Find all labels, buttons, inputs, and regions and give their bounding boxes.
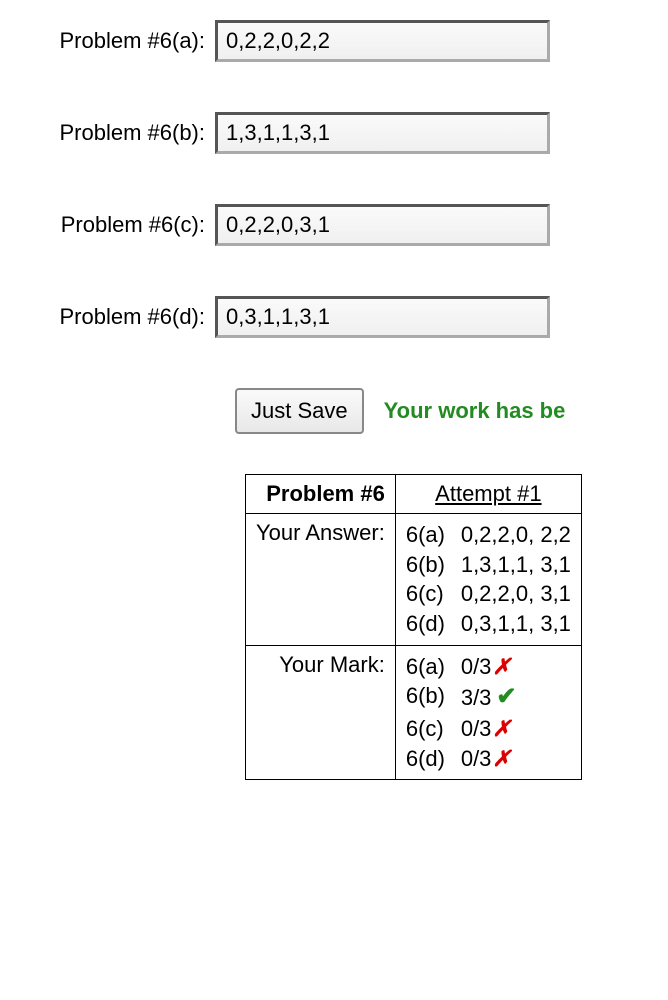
mark-row-6a: 6(a) 0/3 ✗ [406, 652, 571, 682]
mark-row-6d: 6(d) 0/3 ✗ [406, 744, 571, 774]
results-table: Problem #6 Attempt #1 Your Answer: 6(a) … [245, 474, 582, 780]
answer-part-6a: 6(a) [406, 520, 461, 550]
your-mark-label: Your Mark: [246, 645, 396, 779]
problem-label-6c: Problem #6(c): [20, 212, 215, 238]
mark-cell: 6(a) 0/3 ✗ 6(b) 3/3 ✔ 6(c) 0/3 ✗ [395, 645, 581, 779]
answer-row-6c: 6(c) 0,2,2,0, 3,1 [406, 579, 571, 609]
answer-cell: 6(a) 0,2,2,0, 2,2 6(b) 1,3,1,1, 3,1 6(c)… [395, 514, 581, 646]
mark-score-6a: 0/3 [461, 652, 492, 682]
mark-score-6c: 0/3 [461, 714, 492, 744]
answer-part-6d: 6(d) [406, 609, 461, 639]
results-header-right[interactable]: Attempt #1 [395, 475, 581, 514]
mark-score-6b: 3/3 [461, 683, 492, 713]
results-header-left: Problem #6 [246, 475, 396, 514]
mark-score-6d: 0/3 [461, 744, 492, 774]
problem-label-6b: Problem #6(b): [20, 120, 215, 146]
problem-input-6a[interactable] [215, 20, 550, 62]
answer-row-6b: 6(b) 1,3,1,1, 3,1 [406, 550, 571, 580]
your-answer-label: Your Answer: [246, 514, 396, 646]
mark-part-6c: 6(c) [406, 714, 461, 744]
answer-value-6d: 0,3,1,1, 3,1 [461, 609, 571, 639]
answer-value-6b: 1,3,1,1, 3,1 [461, 550, 571, 580]
problem-label-6a: Problem #6(a): [20, 28, 215, 54]
mark-row-6c: 6(c) 0/3 ✗ [406, 714, 571, 744]
mark-part-6b: 6(b) [406, 681, 461, 713]
answer-row-6d: 6(d) 0,3,1,1, 3,1 [406, 609, 571, 639]
save-message: Your work has be [384, 398, 566, 424]
cross-icon: ✗ [492, 714, 510, 744]
answer-value-6a: 0,2,2,0, 2,2 [461, 520, 571, 550]
answer-part-6b: 6(b) [406, 550, 461, 580]
save-button[interactable]: Just Save [235, 388, 364, 434]
cross-icon: ✗ [492, 652, 510, 682]
cross-icon: ✗ [492, 744, 510, 774]
mark-part-6a: 6(a) [406, 652, 461, 682]
problem-input-6c[interactable] [215, 204, 550, 246]
problem-input-6b[interactable] [215, 112, 550, 154]
check-icon: ✔ [496, 681, 516, 713]
answer-part-6c: 6(c) [406, 579, 461, 609]
problem-input-6d[interactable] [215, 296, 550, 338]
answer-value-6c: 0,2,2,0, 3,1 [461, 579, 571, 609]
mark-part-6d: 6(d) [406, 744, 461, 774]
problem-label-6d: Problem #6(d): [20, 304, 215, 330]
answer-row-6a: 6(a) 0,2,2,0, 2,2 [406, 520, 571, 550]
mark-row-6b: 6(b) 3/3 ✔ [406, 681, 571, 713]
